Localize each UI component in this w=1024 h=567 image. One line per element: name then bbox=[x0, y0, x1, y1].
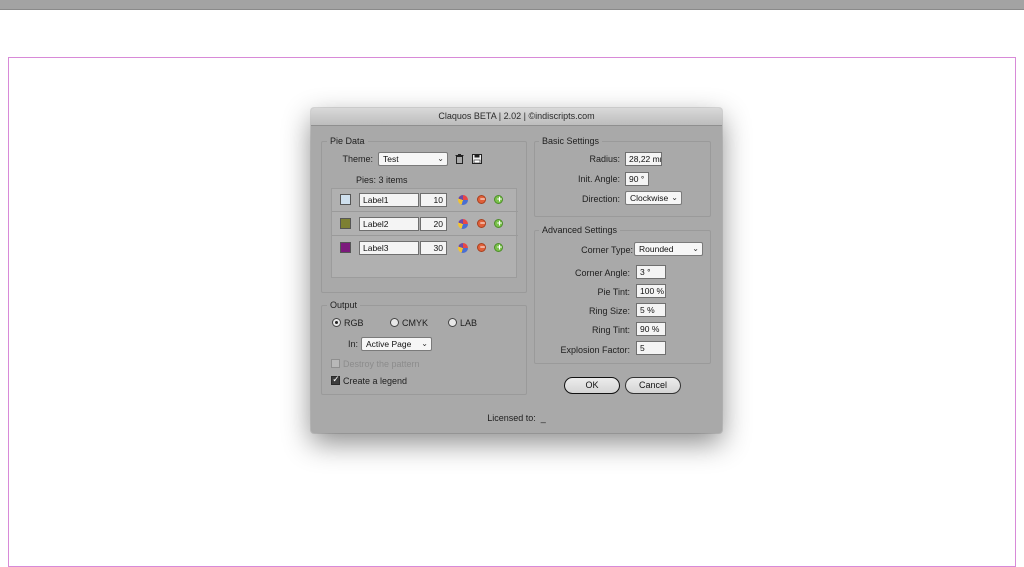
ring-size-input[interactable]: 5 % bbox=[636, 303, 666, 317]
chevron-down-icon: ⌄ bbox=[421, 339, 428, 348]
theme-label: Theme: bbox=[342, 154, 373, 164]
pie-item-label-input[interactable]: Label2 bbox=[359, 217, 419, 231]
init-angle-input[interactable]: 90 ° bbox=[625, 172, 649, 186]
theme-select[interactable]: Test ⌄ bbox=[378, 152, 448, 166]
cancel-button[interactable]: Cancel bbox=[625, 377, 681, 394]
pie-item-value-input[interactable]: 20 bbox=[420, 217, 447, 231]
basic-settings-group-label: Basic Settings bbox=[539, 136, 603, 146]
save-theme-icon[interactable] bbox=[472, 154, 482, 167]
pie-item-color-swatch[interactable] bbox=[340, 218, 351, 229]
pie-data-group-label: Pie Data bbox=[327, 136, 368, 146]
chevron-down-icon: ⌄ bbox=[437, 154, 444, 163]
explosion-factor-input[interactable]: 5 bbox=[636, 341, 666, 355]
add-item-icon[interactable]: + bbox=[494, 194, 503, 204]
destroy-pattern-label: Destroy the pattern bbox=[343, 359, 420, 369]
init-angle-label: Init. Angle: bbox=[577, 174, 620, 184]
pie-item-color-swatch[interactable] bbox=[340, 242, 351, 253]
delete-theme-icon[interactable] bbox=[455, 154, 464, 167]
pies-count-label: Pies: 3 items bbox=[356, 175, 408, 185]
pie-preview-icon[interactable] bbox=[458, 195, 468, 205]
remove-item-icon[interactable]: − bbox=[477, 242, 486, 252]
ring-size-label: Ring Size: bbox=[588, 306, 630, 316]
explosion-factor-label: Explosion Factor: bbox=[560, 345, 630, 355]
cmyk-radio-label: CMYK bbox=[402, 318, 429, 328]
claquos-dialog: Claquos BETA | 2.02 | ©indiscripts.com P… bbox=[311, 108, 722, 433]
create-legend-checkbox[interactable] bbox=[331, 374, 340, 385]
licensed-to-label: Licensed to: _ bbox=[487, 413, 546, 423]
output-group-label: Output bbox=[327, 300, 361, 310]
chevron-down-icon: ⌄ bbox=[671, 193, 678, 202]
rgb-radio[interactable] bbox=[332, 318, 341, 327]
dialog-title[interactable]: Claquos BETA | 2.02 | ©indiscripts.com bbox=[311, 108, 722, 126]
app-top-bar bbox=[0, 0, 1024, 10]
create-legend-label: Create a legend bbox=[343, 376, 408, 386]
remove-item-icon[interactable]: − bbox=[477, 194, 486, 204]
pie-item-color-swatch[interactable] bbox=[340, 194, 351, 205]
pie-item-label-input[interactable]: Label1 bbox=[359, 193, 419, 207]
radius-input[interactable]: 28,22 mm bbox=[625, 152, 662, 166]
rgb-radio-label: RGB bbox=[344, 318, 364, 328]
pie-item-row-1: Label1 10 − + bbox=[332, 189, 518, 212]
direction-label: Direction: bbox=[581, 194, 620, 204]
radius-label: Radius: bbox=[589, 154, 620, 164]
lab-radio[interactable] bbox=[448, 318, 457, 327]
pie-item-row-2: Label2 20 − + bbox=[332, 213, 518, 236]
remove-item-icon[interactable]: − bbox=[477, 218, 486, 228]
pie-item-value-input[interactable]: 10 bbox=[420, 193, 447, 207]
corner-type-select-value: Rounded bbox=[639, 244, 674, 254]
ring-tint-label: Ring Tint: bbox=[591, 325, 630, 335]
direction-select-value: Clockwise bbox=[630, 193, 669, 203]
cmyk-radio[interactable] bbox=[390, 318, 399, 327]
corner-angle-input[interactable]: 3 ° bbox=[636, 265, 666, 279]
pie-tint-label: Pie Tint: bbox=[597, 287, 630, 297]
output-in-select[interactable]: Active Page ⌄ bbox=[361, 337, 432, 351]
direction-select[interactable]: Clockwise ⌄ bbox=[625, 191, 682, 205]
ring-tint-input[interactable]: 90 % bbox=[636, 322, 666, 336]
output-in-select-value: Active Page bbox=[366, 339, 412, 349]
advanced-settings-group-label: Advanced Settings bbox=[539, 225, 621, 235]
lab-radio-label: LAB bbox=[460, 318, 478, 328]
corner-type-label: Corner Type: bbox=[581, 245, 633, 255]
pie-item-row-3: Label3 30 − + bbox=[332, 237, 518, 259]
pie-item-label-input[interactable]: Label3 bbox=[359, 241, 419, 255]
pie-preview-icon[interactable] bbox=[458, 219, 468, 229]
add-item-icon[interactable]: + bbox=[494, 218, 503, 228]
ok-button[interactable]: OK bbox=[564, 377, 620, 394]
corner-angle-label: Corner Angle: bbox=[574, 268, 630, 278]
corner-type-select[interactable]: Rounded ⌄ bbox=[634, 242, 703, 256]
pie-items-list: Label1 10 − + Label2 20 − + Label3 30 − … bbox=[331, 188, 518, 278]
pie-preview-icon[interactable] bbox=[458, 243, 468, 253]
output-in-label: In: bbox=[347, 339, 358, 349]
theme-select-value: Test bbox=[383, 154, 399, 164]
add-item-icon[interactable]: + bbox=[494, 242, 503, 252]
pie-item-value-input[interactable]: 30 bbox=[420, 241, 447, 255]
destroy-pattern-checkbox[interactable] bbox=[331, 359, 340, 368]
chevron-down-icon: ⌄ bbox=[692, 244, 699, 253]
pie-tint-input[interactable]: 100 % bbox=[636, 284, 666, 298]
